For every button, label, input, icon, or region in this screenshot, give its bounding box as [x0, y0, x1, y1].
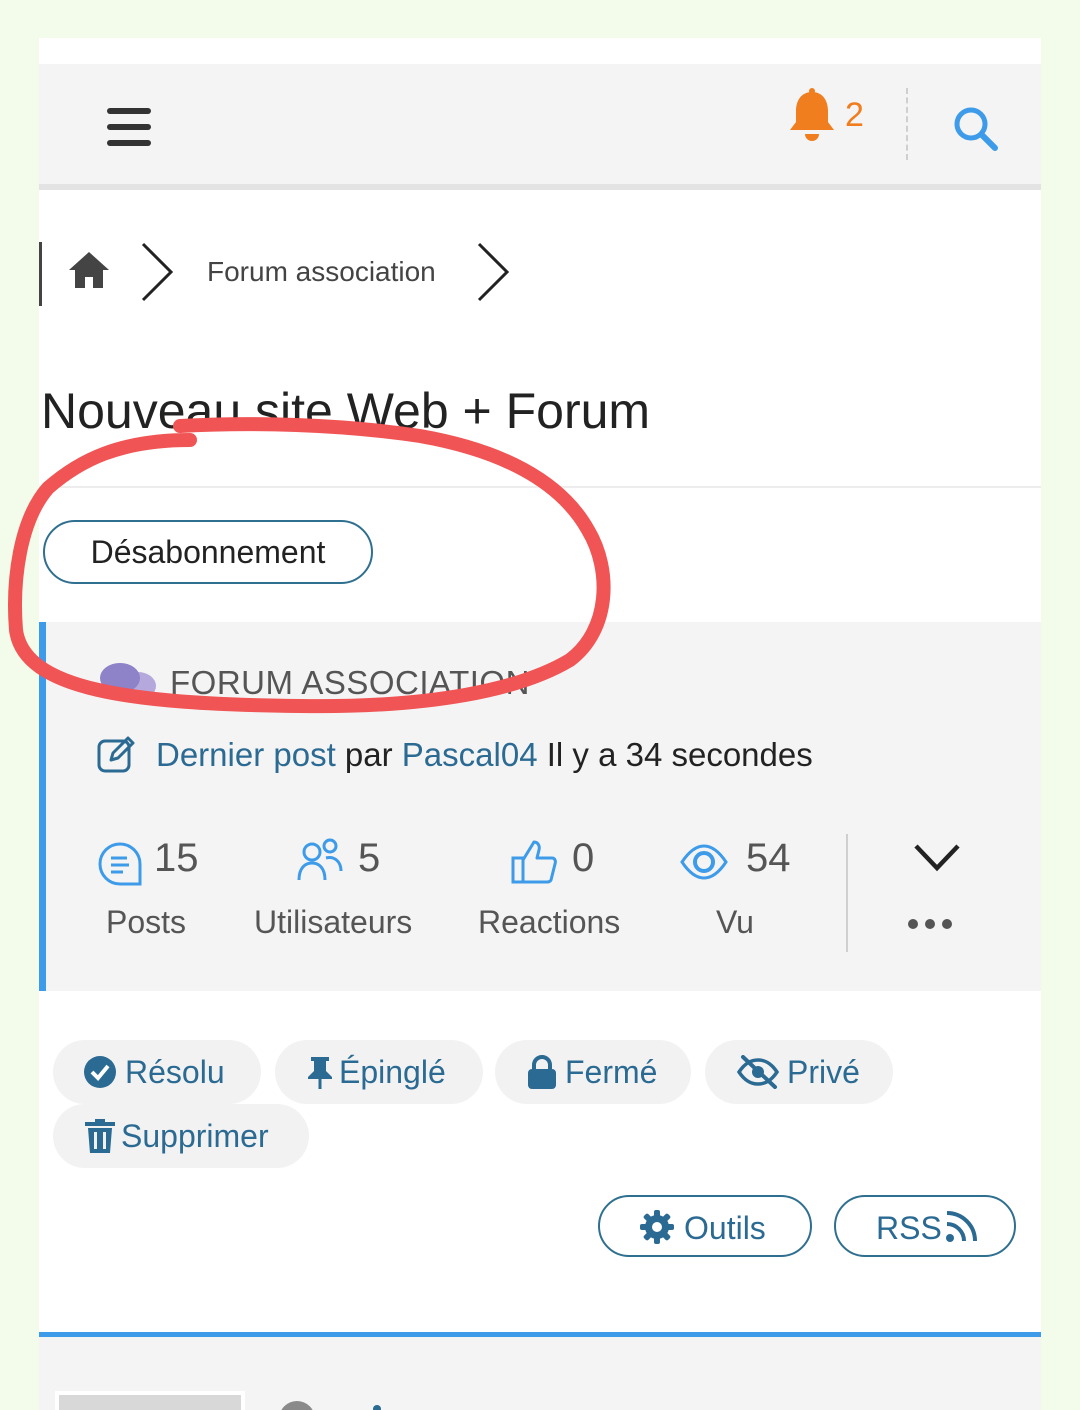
breadcrumb-edge	[39, 242, 42, 306]
last-post-author[interactable]: Pascal04	[402, 736, 538, 773]
delete-button[interactable]: Supprimer	[53, 1104, 309, 1168]
eye-slash-icon	[737, 1055, 779, 1089]
first-post-preview	[39, 1337, 1041, 1410]
posts-count: 15	[154, 836, 199, 880]
pin-icon	[308, 1057, 332, 1089]
tools-label: Outils	[684, 1210, 766, 1246]
gear-icon	[640, 1210, 674, 1244]
tools-button[interactable]: Outils	[598, 1195, 812, 1257]
last-post-line: Dernier post par Pascal04 Il y a 34 seco…	[156, 736, 813, 774]
chevron-right-icon	[141, 242, 174, 302]
chevron-right-icon	[477, 242, 510, 302]
users-count: 5	[358, 836, 381, 880]
bell-icon[interactable]	[787, 88, 837, 146]
notification-count[interactable]: 2	[845, 96, 864, 135]
breadcrumb-forum-link[interactable]: Forum association	[207, 256, 436, 288]
delete-label: Supprimer	[121, 1118, 269, 1154]
avatar	[279, 1401, 315, 1410]
last-post-link[interactable]: Dernier post	[156, 736, 336, 773]
views-count: 54	[746, 836, 791, 880]
post-author-marker	[373, 1405, 381, 1410]
check-circle-icon	[84, 1056, 116, 1088]
more-options-icon[interactable]	[908, 916, 959, 934]
users-icon	[297, 838, 343, 881]
home-icon[interactable]	[67, 250, 111, 290]
last-post-by: par	[344, 736, 393, 773]
pin-button[interactable]: Épinglé	[275, 1040, 483, 1104]
resolve-label: Résolu	[125, 1054, 225, 1090]
reactions-label: Reactions	[478, 904, 621, 940]
header-divider	[906, 88, 908, 160]
divider	[39, 486, 1041, 488]
private-label: Privé	[787, 1054, 860, 1090]
page-title: Nouveau site Web + Forum	[41, 383, 651, 439]
reactions-count: 0	[572, 836, 595, 880]
rss-button[interactable]: RSS	[834, 1195, 1016, 1257]
top-bar: 2	[39, 64, 1041, 190]
forum-name[interactable]: FORUM ASSOCIATION	[170, 664, 530, 702]
last-post-time: Il y a 34 secondes	[546, 736, 813, 773]
menu-icon[interactable]	[107, 108, 151, 146]
chevron-down-icon[interactable]	[912, 840, 962, 876]
page: 2 Forum association Nouveau site Web + F…	[39, 38, 1041, 1410]
search-icon[interactable]	[951, 104, 999, 152]
close-topic-label: Fermé	[565, 1054, 658, 1090]
posts-label: Posts	[106, 904, 187, 940]
private-button[interactable]: Privé	[705, 1040, 893, 1104]
eye-icon	[680, 844, 728, 880]
edit-icon	[97, 736, 135, 773]
trash-icon	[85, 1119, 115, 1153]
comment-icon	[98, 842, 142, 886]
close-topic-button[interactable]: Fermé	[495, 1040, 691, 1104]
topic-stats-card: FORUM ASSOCIATION Dernier post par Pasca…	[39, 622, 1041, 991]
users-label: Utilisateurs	[254, 904, 413, 940]
rss-label: RSS	[876, 1210, 942, 1246]
chat-bubbles-icon	[100, 663, 156, 700]
unsubscribe-button[interactable]: Désabonnement	[43, 520, 373, 584]
rss-icon	[946, 1211, 977, 1242]
pin-label: Épinglé	[339, 1054, 446, 1090]
views-label: Vu	[716, 904, 754, 940]
post-thumbnail	[55, 1391, 245, 1410]
lock-icon	[528, 1055, 556, 1089]
thumbs-up-icon	[511, 840, 557, 884]
resolve-button[interactable]: Résolu	[53, 1040, 261, 1104]
stats-divider	[846, 834, 848, 952]
